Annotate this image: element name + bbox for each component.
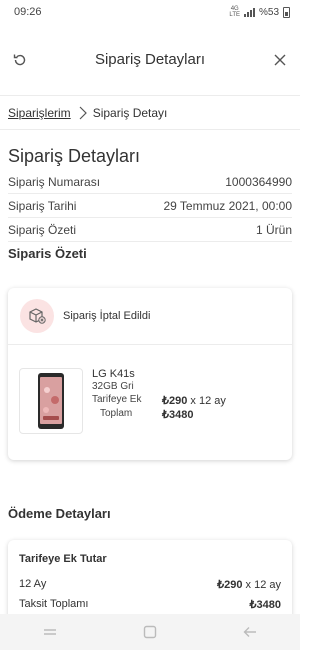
order-date-value: 29 Temmuz 2021, 00:00 [163, 198, 292, 213]
cancelled-package-icon [20, 299, 54, 333]
payment-row-total: Taksit Toplamı ₺3480 [19, 598, 281, 611]
card-divider [8, 344, 292, 345]
summary-section-title: Siparis Özeti [8, 246, 87, 261]
system-nav-bar [0, 614, 300, 650]
payment-card: Tarifeye Ek Tutar 12 Ay ₺290 x 12 ay Tak… [8, 540, 292, 614]
phone-image [19, 368, 83, 434]
battery-icon [283, 6, 290, 18]
battery-percent: %53 [258, 6, 279, 18]
order-summary-value: 1 Ürün [255, 222, 292, 237]
status-bar: 09:26 4G LTE %53 [0, 0, 300, 24]
app-header: Sipariş Detayları [0, 24, 300, 96]
signal-icon [243, 7, 255, 17]
status-time: 09:26 [14, 6, 42, 18]
chevron-right-icon [79, 106, 87, 120]
order-summary-row: Sipariş Özeti 1 Ürün [8, 218, 292, 242]
product-name: LG K41s [92, 368, 135, 380]
breadcrumb: Siparişlerim Sipariş Detayı [0, 96, 300, 130]
payment-row-installment: 12 Ay ₺290 x 12 ay [19, 578, 281, 591]
order-item-card: Sipariş İptal Edildi LG K41s 32GB Gri Ta… [8, 288, 292, 460]
order-summary-label: Sipariş Özeti [8, 222, 77, 237]
payment-row1-value: ₺290 x 12 ay [217, 579, 281, 591]
addon-period: x 12 ay [187, 395, 226, 407]
page-title: Sipariş Detayları [8, 146, 141, 166]
order-status-text: Sipariş İptal Edildi [63, 310, 151, 322]
total-label: Toplam [100, 408, 133, 419]
payment-card-title: Tarifeye Ek Tutar [19, 553, 107, 565]
refresh-back-icon[interactable] [6, 46, 34, 74]
close-icon[interactable] [266, 46, 294, 74]
recent-apps-icon[interactable] [30, 617, 70, 647]
network-indicator: 4G LTE [229, 6, 240, 18]
order-date-label: Sipariş Tarihi [8, 198, 77, 213]
order-number-label: Sipariş Numarası [8, 174, 101, 189]
payment-row2-value: ₺3480 [249, 599, 281, 611]
order-number-row: Sipariş Numarası 1000364990 [8, 170, 292, 194]
addon-value: ₺290 x 12 ay [162, 394, 226, 407]
addon-label: Tarifeye Ek [92, 394, 142, 405]
addon-amount: ₺290 [162, 395, 188, 407]
breadcrumb-current: Sipariş Detayı [92, 105, 168, 120]
order-detail-content[interactable]: Sipariş Detayları Sipariş Numarası 10003… [0, 130, 300, 614]
total-value: ₺3480 [162, 409, 194, 421]
home-icon[interactable] [130, 617, 170, 647]
order-date-row: Sipariş Tarihi 29 Temmuz 2021, 00:00 [8, 194, 292, 218]
payment-row1-label: 12 Ay [19, 578, 47, 590]
back-arrow-icon[interactable] [230, 617, 270, 647]
header-title: Sipariş Detayları [94, 51, 206, 68]
breadcrumb-orders-link[interactable]: Siparişlerim [8, 106, 71, 120]
payment-row2-label: Taksit Toplamı [19, 598, 89, 610]
product-variant: 32GB Gri [92, 381, 134, 392]
payment-section-title: Ödeme Detayları [8, 506, 111, 521]
status-icons: 4G LTE %53 [229, 6, 290, 18]
order-number-value: 1000364990 [225, 174, 292, 189]
